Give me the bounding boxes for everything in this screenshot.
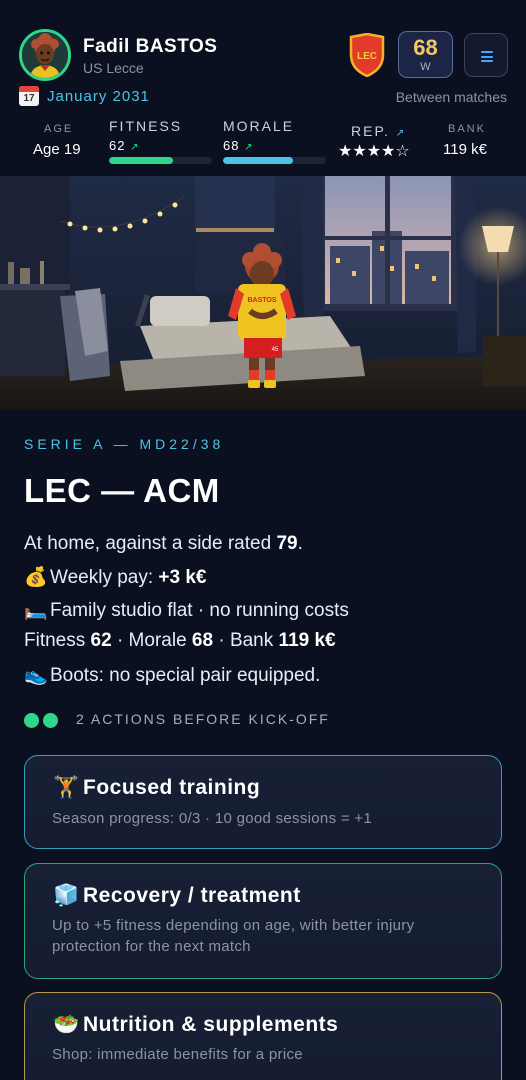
action-title: Nutrition & supplements — [83, 1013, 339, 1036]
overall-rating-badge[interactable]: 68 W — [398, 31, 453, 78]
fitness-value-row: 62 ↗ — [109, 138, 139, 153]
bank-value: 119 k€ — [443, 141, 487, 158]
bank-label: BANK — [448, 123, 486, 135]
rating-position: W — [420, 61, 431, 73]
actions-remaining-indicator — [24, 712, 62, 730]
reputation-stars: ★★★★☆ — [338, 143, 410, 160]
action-dot — [43, 713, 58, 729]
age-value: Age 19 — [33, 141, 81, 158]
action-card-recovery[interactable]: 🧊 Recovery / treatment Up to +5 fitness d… — [24, 863, 502, 979]
fitness-trend-icon: ↗ — [130, 142, 140, 153]
morale-value-row: 68 ↗ — [223, 138, 253, 153]
salad-icon: 🥗 — [53, 1013, 80, 1036]
fitness-bar — [109, 157, 212, 164]
ice-cube-icon: 🧊 — [53, 884, 80, 907]
overall-rating-value: 68 — [413, 35, 438, 60]
action-card-training[interactable]: 🏋️ Focused training Season progress: 0/3 … — [24, 755, 502, 849]
morale-value: 68 — [223, 138, 240, 153]
calendar-icon: 17 — [19, 86, 39, 106]
season-phase: Between matches — [395, 89, 507, 105]
competition-label: SERIE A — MD22/38 — [24, 436, 225, 452]
player-name: Fadil BASTOS — [83, 36, 218, 57]
boot-icon: 👟 — [24, 665, 48, 686]
morale-trend-icon: ↗ — [244, 142, 254, 153]
bed-icon: 🛏️ — [24, 600, 48, 621]
weekly-pay-line: 💰 Weekly pay: +3 k€ — [24, 567, 207, 588]
reputation-label-row: REP. ↗ — [351, 123, 406, 139]
action-description: Season progress: 0/3 · 10 good sessions … — [52, 810, 373, 827]
action-card-nutrition[interactable]: 🥗 Nutrition & supplements Shop: immediate… — [24, 992, 502, 1080]
age-label: AGE — [44, 123, 74, 135]
opponent-rating: 79 — [276, 533, 298, 554]
venue-line: At home, against a side rated 79. — [24, 533, 303, 554]
weightlifter-icon: 🏋️ — [53, 776, 80, 799]
actions-remaining-label: 2 ACTIONS BEFORE KICK-OFF — [76, 711, 330, 727]
housing-line: 🛏️ Family studio flat · no running costs — [24, 600, 349, 621]
reputation-trend-icon: ↗ — [395, 128, 407, 139]
hamburger-icon — [481, 51, 493, 65]
shirt-name: BASTOS — [247, 297, 276, 304]
player-avatar-icon — [22, 32, 68, 78]
bedroom-scene-illustration: BASTOS 45 — [0, 176, 526, 410]
player-header: Fadil BASTOS US Lecce LEC 68 W 17 Januar… — [0, 0, 526, 176]
player-club: US Lecce — [83, 60, 144, 76]
morale-bar — [223, 157, 326, 164]
fitness-label: FITNESS — [109, 118, 183, 134]
summary-line: Fitness 62 · Morale 68 · Bank 119 k€ — [24, 630, 336, 651]
match-panel: SERIE A — MD22/38 LEC — ACM At home, aga… — [0, 410, 526, 1080]
current-date: January 2031 — [47, 88, 150, 105]
club-shield-icon: LEC — [349, 32, 385, 78]
action-dot — [24, 713, 39, 729]
reputation-label: REP. — [351, 123, 390, 139]
money-bag-icon: 💰 — [24, 567, 48, 588]
club-badge[interactable]: LEC — [348, 32, 386, 78]
action-title: Recovery / treatment — [83, 884, 301, 907]
action-description: Up to +5 fitness depending on age, with … — [52, 917, 415, 955]
morale-label: MORALE — [223, 118, 295, 134]
player-avatar[interactable] — [19, 29, 71, 81]
weekly-pay-value: +3 k€ — [158, 567, 207, 588]
action-title: Focused training — [83, 776, 261, 799]
action-description: Shop: immediate benefits for a price — [52, 1046, 303, 1063]
menu-button[interactable] — [464, 33, 508, 77]
fixture-title: LEC — ACM — [24, 472, 220, 509]
fitness-value: 62 — [109, 138, 126, 153]
club-badge-label: LEC — [357, 51, 377, 62]
shirt-number: 45 — [272, 347, 279, 353]
boots-line: 👟 Boots: no special pair equipped. — [24, 665, 321, 686]
